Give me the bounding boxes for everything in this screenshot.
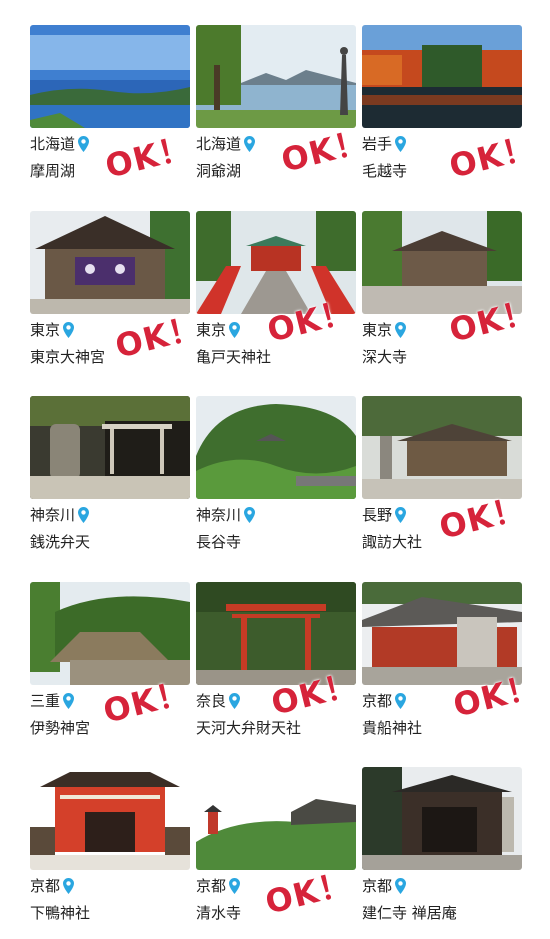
spot-card-tenkawa[interactable]: 奈良 天河大弁財天社 OK！ xyxy=(196,582,361,747)
spot-photo xyxy=(362,25,522,128)
region-label: 長野 xyxy=(362,506,393,524)
spot-photo xyxy=(196,25,356,128)
spot-card-suwa[interactable]: 長野 諏訪大社 OK！ xyxy=(362,396,529,561)
spot-card-shimogamo[interactable]: 京都 下鴨神社 xyxy=(30,767,190,932)
spot-card-ise[interactable]: 三重 伊勢神宮 OK！ xyxy=(30,582,193,747)
spot-name: 建仁寺 禅居庵 xyxy=(362,904,457,922)
location-pin-icon xyxy=(395,693,407,709)
region-label: 京都 xyxy=(362,877,393,895)
region-label: 神奈川 xyxy=(30,506,76,524)
spot-photo xyxy=(30,767,190,870)
location-pin-icon xyxy=(229,693,241,709)
region-label: 東京 xyxy=(362,321,393,339)
spot-photo xyxy=(30,25,190,128)
spot-photo xyxy=(30,211,190,314)
region-label: 北海道 xyxy=(196,135,242,153)
spot-card-zeniarai[interactable]: 神奈川 銭洗弁天 xyxy=(30,396,190,561)
spot-card-kameido[interactable]: 東京 亀戸天神社 OK！ xyxy=(196,211,357,376)
spot-card-motsuji[interactable]: 岩手 毛越寺 OK！ xyxy=(362,25,539,190)
spot-card-kibune[interactable]: 京都 貴船神社 OK！ xyxy=(362,582,543,747)
spot-card-kenninji-zenkyoan[interactable]: 京都 建仁寺 禅居庵 xyxy=(362,767,522,932)
location-pin-icon xyxy=(63,693,75,709)
spot-card-hasedera[interactable]: 神奈川 長谷寺 xyxy=(196,396,356,561)
location-pin-icon xyxy=(63,322,75,338)
spot-name: 長谷寺 xyxy=(196,533,242,551)
spot-name: 毛越寺 xyxy=(362,162,408,180)
spot-name: 諏訪大社 xyxy=(362,533,423,551)
spot-name: 洞爺湖 xyxy=(196,162,242,180)
location-pin-icon xyxy=(78,507,90,523)
location-pin-icon xyxy=(395,322,407,338)
ok-stamp: OK！ xyxy=(445,127,540,186)
spot-card-toya[interactable]: 北海道 洞爺湖 OK！ xyxy=(196,25,371,190)
location-pin-icon xyxy=(229,322,241,338)
spot-photo xyxy=(196,767,356,870)
region-label: 北海道 xyxy=(30,135,76,153)
spot-photo xyxy=(362,396,522,499)
spot-name: 深大寺 xyxy=(362,348,408,366)
region-label: 京都 xyxy=(196,877,227,895)
region-label: 東京 xyxy=(30,321,61,339)
spot-photo xyxy=(196,396,356,499)
spot-name: 清水寺 xyxy=(196,904,242,922)
ok-stamp: OK！ xyxy=(101,127,196,186)
region-label: 東京 xyxy=(196,321,227,339)
region-label: 奈良 xyxy=(196,692,227,710)
spot-card-mashu[interactable]: 北海道 摩周湖 OK！ xyxy=(30,25,195,190)
spot-photo xyxy=(30,582,190,685)
location-pin-icon xyxy=(229,878,241,894)
location-pin-icon xyxy=(63,878,75,894)
spot-card-jindaiji[interactable]: 東京 深大寺 OK！ xyxy=(362,211,539,376)
spot-name: 亀戸天神社 xyxy=(196,348,272,366)
spot-card-kiyomizu[interactable]: 京都 清水寺 OK！ xyxy=(196,767,356,932)
region-label: 京都 xyxy=(30,877,61,895)
region-label: 京都 xyxy=(362,692,393,710)
location-pin-icon xyxy=(395,136,407,152)
spot-name: 伊勢神宮 xyxy=(30,719,91,737)
region-label: 岩手 xyxy=(362,135,393,153)
spot-photo xyxy=(30,396,190,499)
region-label: 三重 xyxy=(30,692,61,710)
location-pin-icon xyxy=(244,136,256,152)
location-pin-icon xyxy=(244,507,256,523)
region-label: 神奈川 xyxy=(196,506,242,524)
location-pin-icon xyxy=(395,878,407,894)
spot-card-tokyo-daijingu[interactable]: 東京 東京大神宮 OK！ xyxy=(30,211,205,376)
spot-name: 下鴨神社 xyxy=(30,904,91,922)
location-pin-icon xyxy=(78,136,90,152)
spot-name: 貴船神社 xyxy=(362,719,423,737)
spot-photo xyxy=(362,767,522,870)
spot-name: 東京大神宮 xyxy=(30,348,106,366)
location-pin-icon xyxy=(395,507,407,523)
spot-name: 銭洗弁天 xyxy=(30,533,91,551)
spot-name: 摩周湖 xyxy=(30,162,76,180)
